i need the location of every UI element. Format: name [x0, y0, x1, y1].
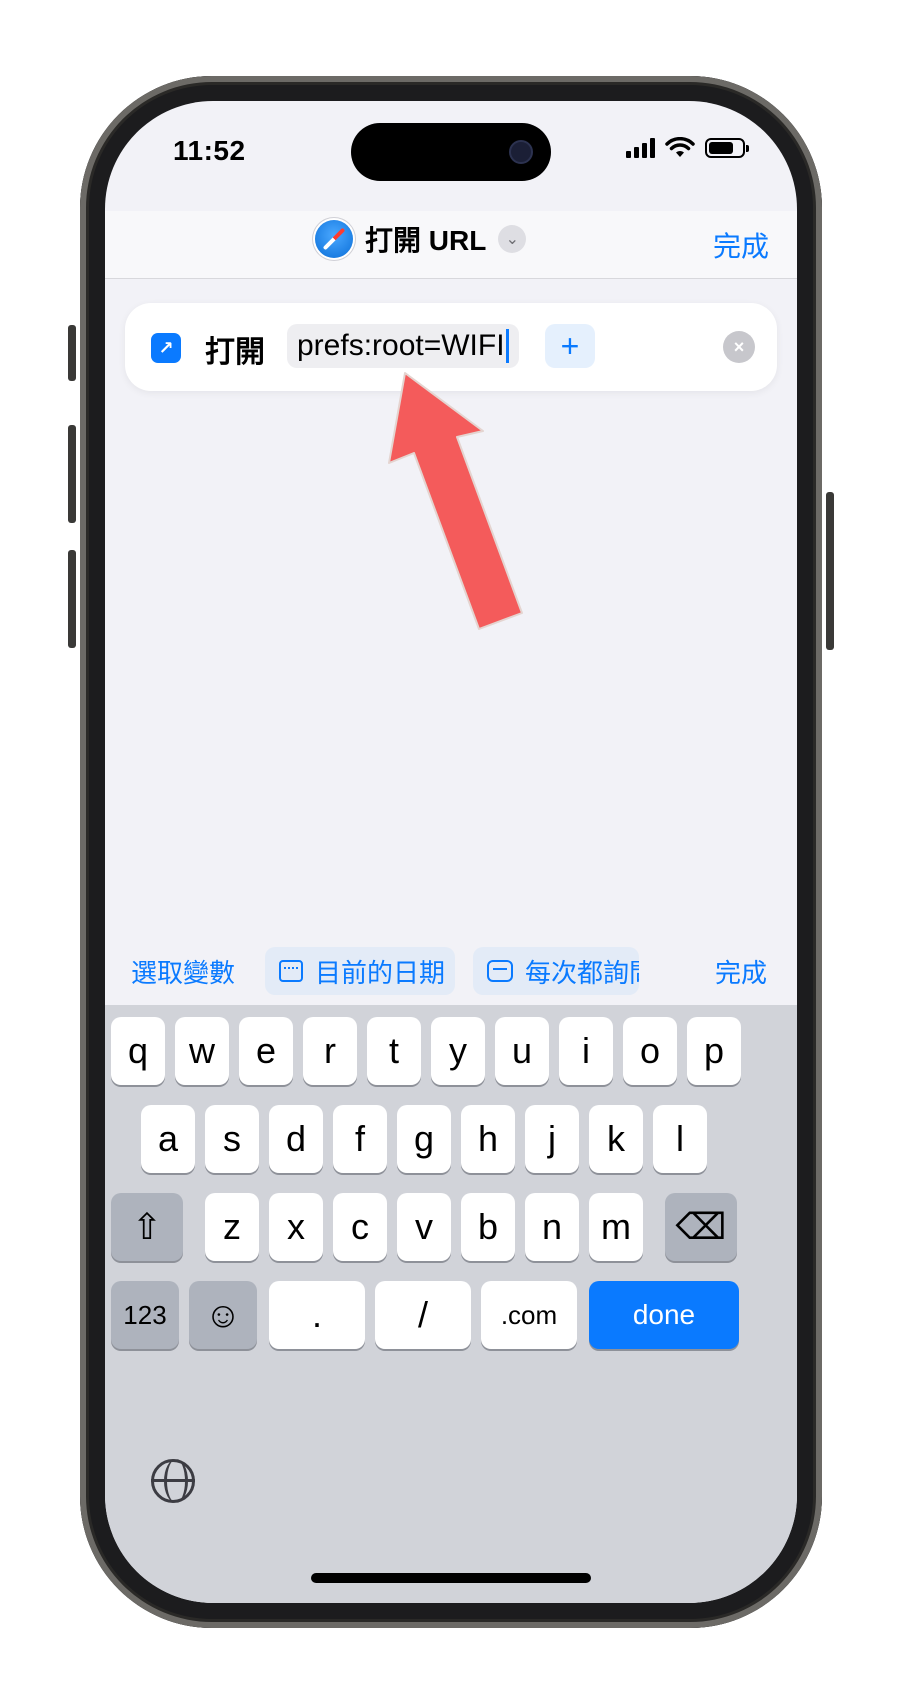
current-date-label: 目前的日期	[315, 957, 446, 988]
power-button	[826, 492, 834, 650]
shift-key[interactable]: ⇧	[111, 1193, 183, 1261]
status-bar: 11:52	[105, 101, 797, 211]
key-y[interactable]: y	[431, 1017, 485, 1085]
cellular-signal-icon	[626, 138, 655, 158]
period-key[interactable]: .	[269, 1281, 365, 1349]
key-x[interactable]: x	[269, 1193, 323, 1261]
battery-icon	[705, 138, 749, 158]
volume-up-button	[68, 425, 76, 523]
phone-screen: 11:52 打開 URL ⌄ 完成 ↗ 打開 prefs:root=WIFI +…	[105, 101, 797, 1603]
key-s[interactable]: s	[205, 1105, 259, 1173]
key-d[interactable]: d	[269, 1105, 323, 1173]
key-h[interactable]: h	[461, 1105, 515, 1173]
globe-icon[interactable]	[151, 1459, 195, 1503]
key-r[interactable]: r	[303, 1017, 357, 1085]
variable-suggestion-bar: 選取變數 目前的日期 每次都詢問 完成	[105, 937, 797, 1005]
key-t[interactable]: t	[367, 1017, 421, 1085]
key-j[interactable]: j	[525, 1105, 579, 1173]
key-w[interactable]: w	[175, 1017, 229, 1085]
status-time: 11:52	[173, 135, 246, 166]
nav-bar: 打開 URL ⌄ 完成	[105, 211, 797, 279]
key-k[interactable]: k	[589, 1105, 643, 1173]
suggestion-done-button[interactable]: 完成	[715, 953, 767, 990]
chat-bubble-icon	[487, 960, 513, 982]
nav-done-button[interactable]: 完成	[713, 225, 769, 265]
action-verb: 打開	[205, 336, 265, 369]
home-indicator[interactable]	[311, 1573, 591, 1583]
page-title: 打開 URL	[365, 225, 487, 256]
dotcom-key[interactable]: .com	[481, 1281, 577, 1349]
url-value: prefs:root=WIFI	[297, 329, 505, 362]
done-key[interactable]: done	[589, 1281, 739, 1349]
delete-key[interactable]: ⌫	[665, 1193, 737, 1261]
key-i[interactable]: i	[559, 1017, 613, 1085]
safari-icon	[315, 220, 353, 258]
ask-each-time-chip[interactable]: 每次都詢問	[473, 947, 639, 995]
action-title-menu[interactable]: 打開 URL ⌄	[315, 219, 527, 259]
current-date-chip[interactable]: 目前的日期	[265, 947, 455, 995]
key-a[interactable]: a	[141, 1105, 195, 1173]
key-p[interactable]: p	[687, 1017, 741, 1085]
key-e[interactable]: e	[239, 1017, 293, 1085]
key-m[interactable]: m	[589, 1193, 643, 1261]
key-b[interactable]: b	[461, 1193, 515, 1261]
annotation-arrow-shape	[388, 372, 523, 630]
text-caret	[505, 329, 509, 363]
key-g[interactable]: g	[397, 1105, 451, 1173]
key-u[interactable]: u	[495, 1017, 549, 1085]
key-v[interactable]: v	[397, 1193, 451, 1261]
dynamic-island	[351, 123, 551, 181]
open-url-action-card: ↗ 打開 prefs:root=WIFI + ×	[125, 303, 777, 391]
wifi-icon	[665, 137, 695, 157]
key-f[interactable]: f	[333, 1105, 387, 1173]
key-z[interactable]: z	[205, 1193, 259, 1261]
slash-key[interactable]: /	[375, 1281, 471, 1349]
emoji-key[interactable]: ☺	[189, 1281, 257, 1349]
select-variable-button[interactable]: 選取變數	[131, 953, 235, 990]
calendar-icon	[279, 960, 303, 982]
key-n[interactable]: n	[525, 1193, 579, 1261]
key-q[interactable]: q	[111, 1017, 165, 1085]
volume-down-button	[68, 550, 76, 648]
ask-each-time-label: 每次都詢問	[525, 957, 639, 988]
keyboard: q w e r t y u i o p a s d f g h j k l ⇧ …	[105, 1005, 797, 1603]
open-url-icon: ↗	[151, 333, 181, 363]
numbers-key[interactable]: 123	[111, 1281, 179, 1349]
key-c[interactable]: c	[333, 1193, 387, 1261]
action-button	[68, 325, 76, 381]
url-input[interactable]: prefs:root=WIFI	[287, 324, 519, 368]
key-l[interactable]: l	[653, 1105, 707, 1173]
clear-icon[interactable]: ×	[723, 331, 755, 363]
add-variable-button[interactable]: +	[545, 324, 595, 368]
chevron-down-icon: ⌄	[498, 225, 527, 253]
key-o[interactable]: o	[623, 1017, 677, 1085]
status-icons	[626, 137, 749, 159]
avatar-icon	[509, 140, 533, 164]
